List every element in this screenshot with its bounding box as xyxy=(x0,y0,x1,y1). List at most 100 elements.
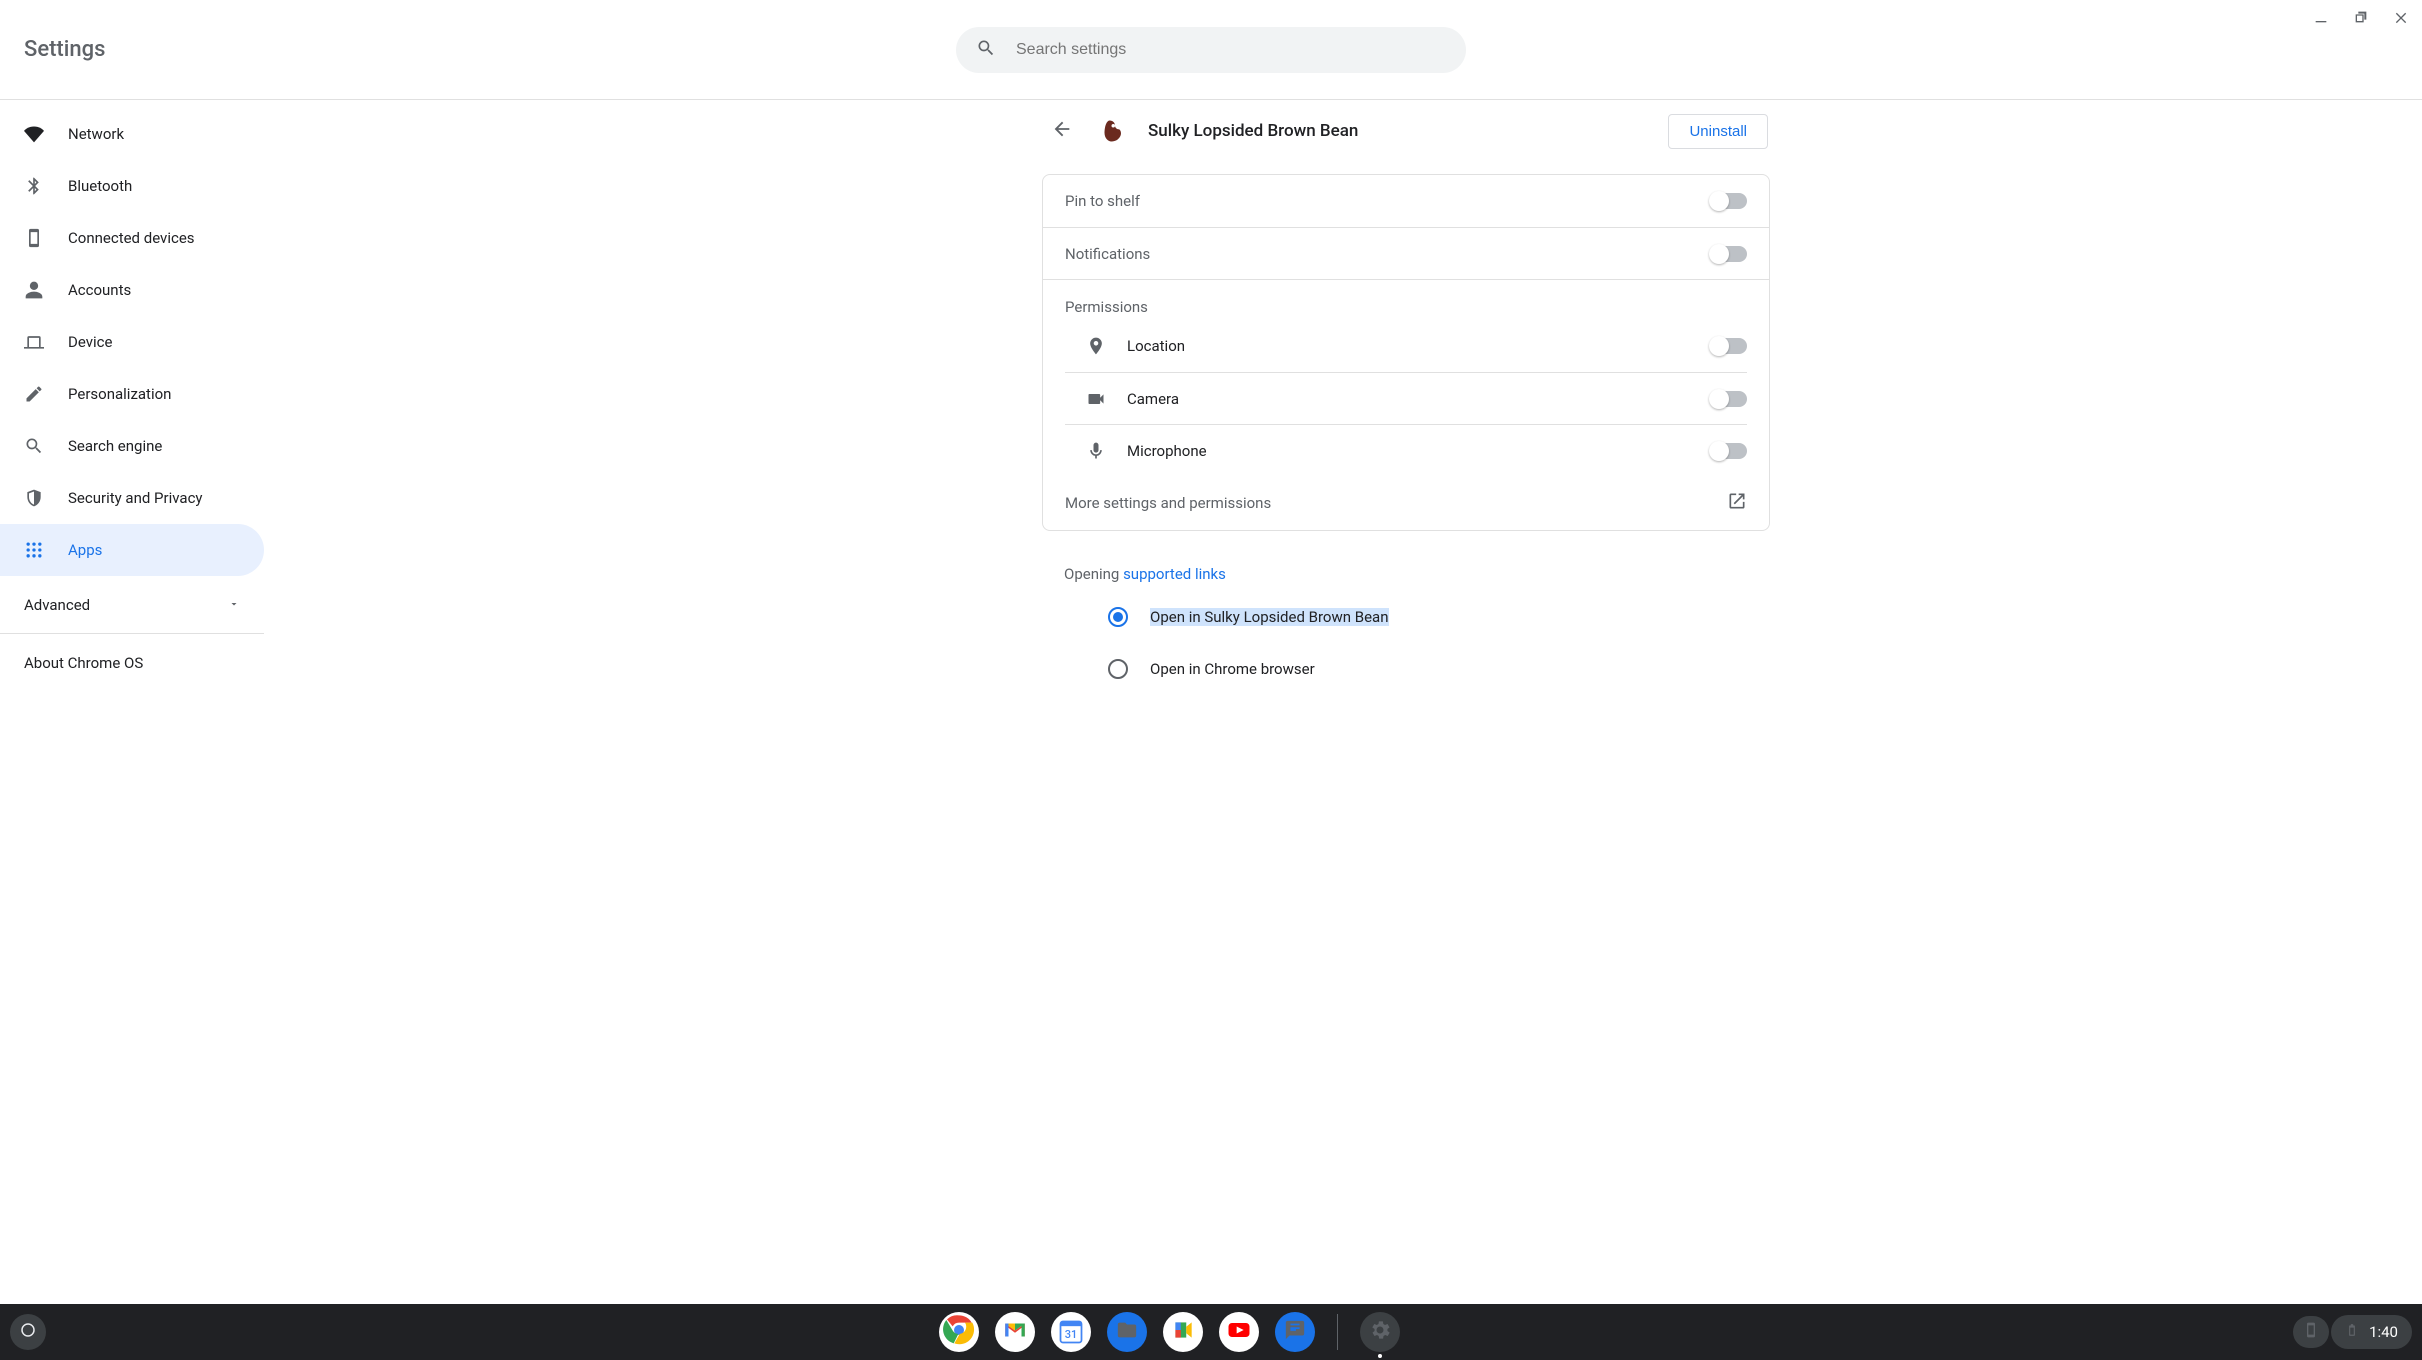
permission-microphone-row: Microphone xyxy=(1065,424,1747,476)
permission-location-row: Location xyxy=(1065,320,1747,372)
sidebar-item-label: Apps xyxy=(68,541,102,559)
shield-icon xyxy=(24,488,44,508)
uninstall-button[interactable]: Uninstall xyxy=(1668,114,1768,149)
sidebar-item-accounts[interactable]: Accounts xyxy=(0,264,264,316)
calendar-icon: 31 xyxy=(1057,1318,1085,1346)
sidebar-advanced-label: Advanced xyxy=(24,596,90,614)
chevron-down-icon xyxy=(228,596,240,614)
messages-icon xyxy=(1284,1319,1306,1345)
permission-location-toggle[interactable] xyxy=(1711,338,1747,354)
page-title: Settings xyxy=(24,37,105,62)
tray-clock: 1:40 xyxy=(2369,1323,2398,1341)
apps-grid-icon xyxy=(24,540,44,560)
open-external-icon xyxy=(1727,491,1747,515)
gear-icon xyxy=(1368,1318,1392,1346)
pin-to-shelf-toggle[interactable] xyxy=(1711,193,1747,209)
more-settings-label: More settings and permissions xyxy=(1065,494,1271,512)
battery-icon xyxy=(2345,1321,2359,1343)
pin-to-shelf-row: Pin to shelf xyxy=(1043,175,1769,227)
tray-status-area[interactable]: 1:40 xyxy=(2331,1315,2412,1349)
permission-camera-label: Camera xyxy=(1127,390,1691,408)
sidebar-item-security[interactable]: Security and Privacy xyxy=(0,472,264,524)
sidebar-item-label: Search engine xyxy=(68,437,162,455)
sidebar-advanced[interactable]: Advanced xyxy=(0,576,264,634)
window-minimize-icon[interactable] xyxy=(2310,6,2332,28)
camera-icon xyxy=(1085,389,1107,409)
chrome-icon xyxy=(943,1314,975,1350)
sidebar-item-label: Network xyxy=(68,125,124,143)
app-detail-header: Sulky Lopsided Brown Bean Uninstall xyxy=(1042,100,1770,162)
shelf-app-gmail[interactable] xyxy=(995,1312,1035,1352)
app-name: Sulky Lopsided Brown Bean xyxy=(1148,121,1650,141)
meet-icon xyxy=(1170,1317,1196,1347)
pencil-icon xyxy=(24,384,44,404)
youtube-icon xyxy=(1225,1316,1253,1348)
search-input[interactable] xyxy=(1014,40,1446,60)
shelf-app-files[interactable] xyxy=(1107,1312,1147,1352)
settings-header: Settings xyxy=(0,0,2422,100)
radio-open-in-app-label: Open in Sulky Lopsided Brown Bean xyxy=(1150,608,1389,626)
sidebar-item-bluetooth[interactable]: Bluetooth xyxy=(0,160,264,212)
sidebar-item-connected-devices[interactable]: Connected devices xyxy=(0,212,264,264)
permissions-heading: Permissions xyxy=(1043,280,1769,316)
supported-links-link[interactable]: supported links xyxy=(1123,565,1226,583)
shelf: 31 1:40 xyxy=(0,1304,2422,1360)
shelf-app-youtube[interactable] xyxy=(1219,1312,1259,1352)
search-icon xyxy=(976,38,996,62)
sidebar-about-label: About Chrome OS xyxy=(24,654,143,672)
pin-to-shelf-label: Pin to shelf xyxy=(1065,192,1711,210)
opening-prefix: Opening xyxy=(1064,565,1123,583)
microphone-icon xyxy=(1085,441,1107,461)
phone-icon xyxy=(24,228,44,248)
launcher-button[interactable] xyxy=(10,1314,46,1350)
sidebar-item-label: Accounts xyxy=(68,281,131,299)
radio-icon xyxy=(1108,607,1128,627)
radio-open-in-chrome[interactable]: Open in Chrome browser xyxy=(1064,643,1748,695)
shelf-app-calendar[interactable]: 31 xyxy=(1051,1312,1091,1352)
laptop-icon xyxy=(24,332,44,352)
shelf-app-chrome[interactable] xyxy=(939,1312,979,1352)
shelf-app-meet[interactable] xyxy=(1163,1312,1203,1352)
launcher-circle-icon xyxy=(19,1321,37,1343)
sidebar-about[interactable]: About Chrome OS xyxy=(0,634,264,692)
tray-phone-hub[interactable] xyxy=(2293,1316,2329,1348)
phone-icon xyxy=(2303,1322,2319,1342)
arrow-back-icon xyxy=(1051,118,1073,144)
sidebar-item-label: Security and Privacy xyxy=(68,489,203,507)
sidebar-item-label: Personalization xyxy=(68,385,171,403)
bluetooth-icon xyxy=(24,176,44,196)
wifi-icon xyxy=(24,124,44,144)
calendar-day-number: 31 xyxy=(1057,1318,1085,1346)
person-icon xyxy=(24,280,44,300)
shelf-app-settings[interactable] xyxy=(1360,1312,1400,1352)
sidebar-item-label: Device xyxy=(68,333,112,351)
location-icon xyxy=(1085,336,1107,356)
sidebar-item-network[interactable]: Network xyxy=(0,108,264,160)
notifications-toggle[interactable] xyxy=(1711,246,1747,262)
shelf-app-messages[interactable] xyxy=(1275,1312,1315,1352)
search-icon xyxy=(24,436,44,456)
files-icon xyxy=(1116,1319,1138,1345)
radio-open-in-chrome-label: Open in Chrome browser xyxy=(1150,660,1315,678)
more-settings-row[interactable]: More settings and permissions xyxy=(1043,476,1769,530)
sidebar-item-personalization[interactable]: Personalization xyxy=(0,368,264,420)
radio-open-in-app[interactable]: Open in Sulky Lopsided Brown Bean xyxy=(1064,591,1748,643)
permission-microphone-toggle[interactable] xyxy=(1711,443,1747,459)
search-box[interactable] xyxy=(956,27,1466,73)
notifications-row: Notifications xyxy=(1043,227,1769,279)
permission-location-label: Location xyxy=(1127,337,1691,355)
sidebar-item-search-engine[interactable]: Search engine xyxy=(0,420,264,472)
notifications-label: Notifications xyxy=(1065,245,1711,263)
opening-links-heading: Opening supported links xyxy=(1042,565,1770,583)
window-close-icon[interactable] xyxy=(2390,6,2412,28)
permission-camera-toggle[interactable] xyxy=(1711,391,1747,407)
window-restore-icon[interactable] xyxy=(2350,6,2372,28)
gmail-icon xyxy=(1002,1317,1028,1347)
sidebar-item-label: Bluetooth xyxy=(68,177,132,195)
sidebar: Network Bluetooth Connected devices Acco… xyxy=(0,100,264,1304)
sidebar-item-device[interactable]: Device xyxy=(0,316,264,368)
back-button[interactable] xyxy=(1042,111,1082,151)
sidebar-item-apps[interactable]: Apps xyxy=(0,524,264,576)
permission-camera-row: Camera xyxy=(1065,372,1747,424)
sidebar-item-label: Connected devices xyxy=(68,229,195,247)
